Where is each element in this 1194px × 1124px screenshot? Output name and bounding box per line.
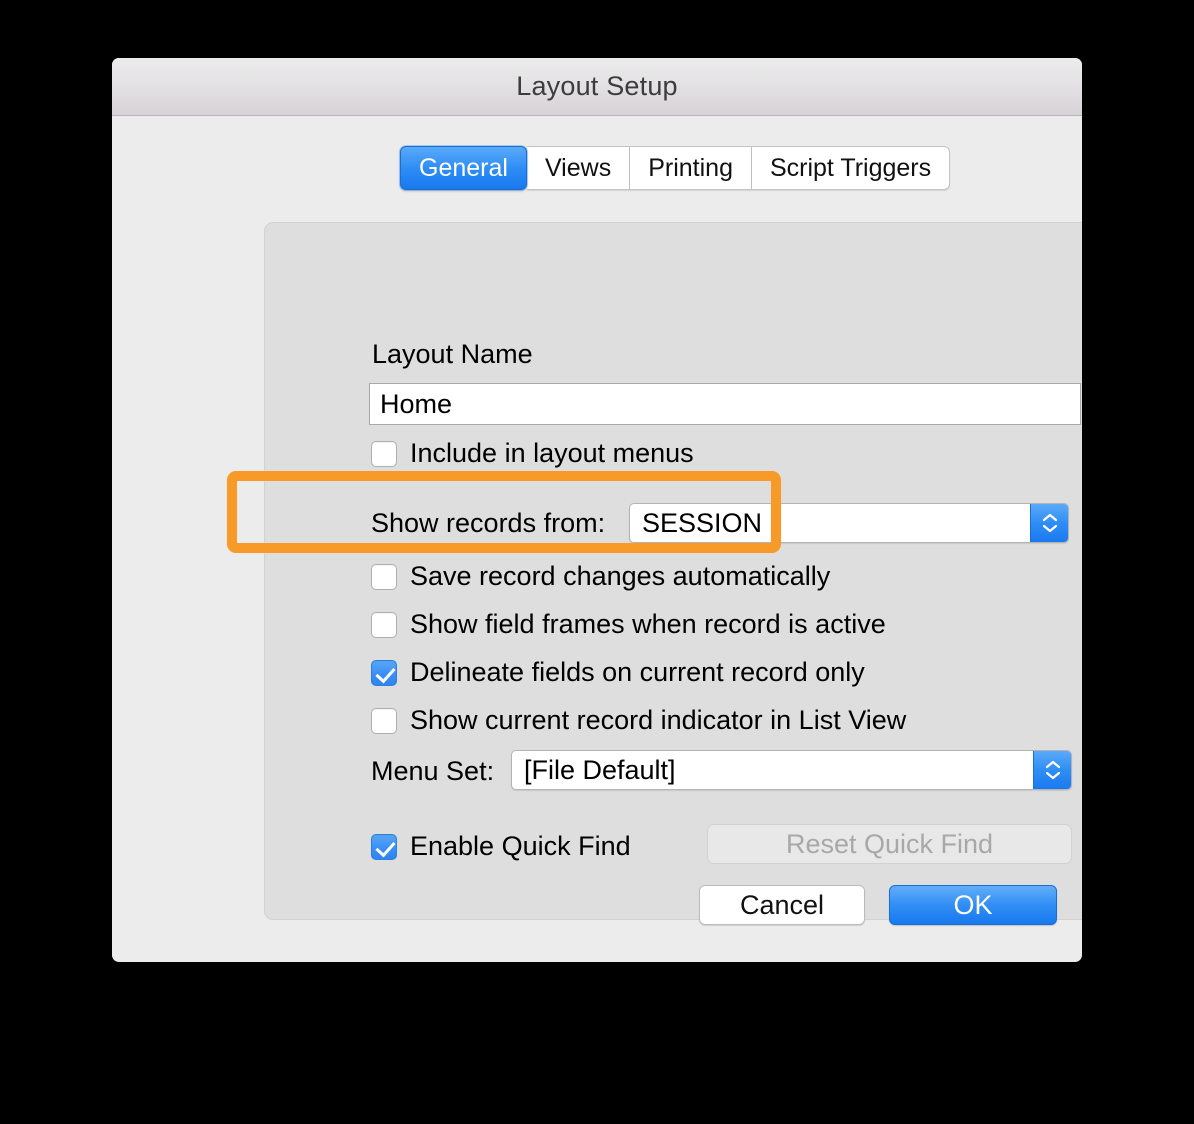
checkbox-delineate-fields-label: Delineate fields on current record only <box>410 657 865 687</box>
tab-script-triggers-label: Script Triggers <box>769 153 932 182</box>
tab-bar: General Views Printing Script Triggers <box>400 146 951 190</box>
checkbox-row-show-current-record-indicator[interactable]: Show current record indicator in List Vi… <box>371 705 906 736</box>
chevron-up-icon <box>1042 513 1057 522</box>
checkbox-save-record-changes-automatically[interactable] <box>371 563 397 590</box>
menu-set-label: Menu Set: <box>371 756 495 786</box>
show-records-from-stepper[interactable] <box>1030 504 1068 542</box>
layout-name-label: Layout Name <box>372 339 533 369</box>
tab-views[interactable]: Views <box>526 146 631 190</box>
chevron-up-icon <box>1045 760 1060 769</box>
tab-general[interactable]: General <box>400 146 527 190</box>
checkbox-row-save-record-changes-automatically[interactable]: Save record changes automatically <box>371 561 830 592</box>
menu-set-stepper[interactable] <box>1033 751 1071 789</box>
chevron-down-icon <box>1045 771 1060 780</box>
checkbox-row-include-in-layout-menus[interactable]: Include in layout menus <box>371 438 694 469</box>
show-records-from-value: SESSION <box>642 507 763 538</box>
tab-printing-label: Printing <box>648 153 733 182</box>
cancel-button-label: Cancel <box>739 889 825 920</box>
checkbox-show-current-record-indicator[interactable] <box>371 707 397 734</box>
menu-set-select[interactable]: [File Default] <box>511 750 1072 790</box>
tab-general-label: General <box>419 153 508 182</box>
checkbox-row-show-field-frames[interactable]: Show field frames when record is active <box>371 609 886 640</box>
checkbox-show-current-record-indicator-label: Show current record indicator in List Vi… <box>410 705 907 735</box>
checkbox-enable-quick-find[interactable] <box>371 833 397 860</box>
layout-setup-dialog: Layout Setup General Views Printing Scri… <box>112 58 1082 962</box>
dialog-titlebar: Layout Setup <box>112 58 1082 116</box>
checkbox-show-field-frames-label: Show field frames when record is active <box>410 609 886 639</box>
show-records-from-label: Show records from: <box>371 508 606 538</box>
reset-quick-find-label: Reset Quick Find <box>785 828 994 859</box>
layout-name-value: Home <box>380 388 453 419</box>
dialog-title: Layout Setup <box>516 71 678 101</box>
tab-printing[interactable]: Printing <box>630 146 752 190</box>
checkbox-row-delineate-fields[interactable]: Delineate fields on current record only <box>371 657 865 688</box>
checkbox-save-record-changes-automatically-label: Save record changes automatically <box>410 561 831 591</box>
ok-button-label: OK <box>953 889 993 920</box>
menu-set-value: [File Default] <box>524 754 676 785</box>
layout-name-input[interactable]: Home <box>369 383 1081 425</box>
reset-quick-find-button: Reset Quick Find <box>707 824 1072 864</box>
checkbox-show-field-frames[interactable] <box>371 611 397 638</box>
checkbox-include-in-layout-menus-label: Include in layout menus <box>410 438 694 468</box>
checkbox-row-enable-quick-find[interactable]: Enable Quick Find <box>371 831 631 862</box>
general-tab-panel: Layout Name Home Include in layout menus… <box>264 222 1082 920</box>
checkbox-include-in-layout-menus[interactable] <box>371 440 397 467</box>
screen: Layout Setup General Views Printing Scri… <box>0 0 1194 1124</box>
tab-views-label: Views <box>544 153 612 182</box>
tab-script-triggers[interactable]: Script Triggers <box>751 146 951 190</box>
checkbox-delineate-fields[interactable] <box>371 659 397 686</box>
chevron-down-icon <box>1042 524 1057 533</box>
show-records-from-select[interactable]: SESSION <box>629 503 1069 543</box>
checkbox-enable-quick-find-label: Enable Quick Find <box>410 831 631 861</box>
ok-button[interactable]: OK <box>889 885 1057 925</box>
cancel-button[interactable]: Cancel <box>699 885 865 925</box>
